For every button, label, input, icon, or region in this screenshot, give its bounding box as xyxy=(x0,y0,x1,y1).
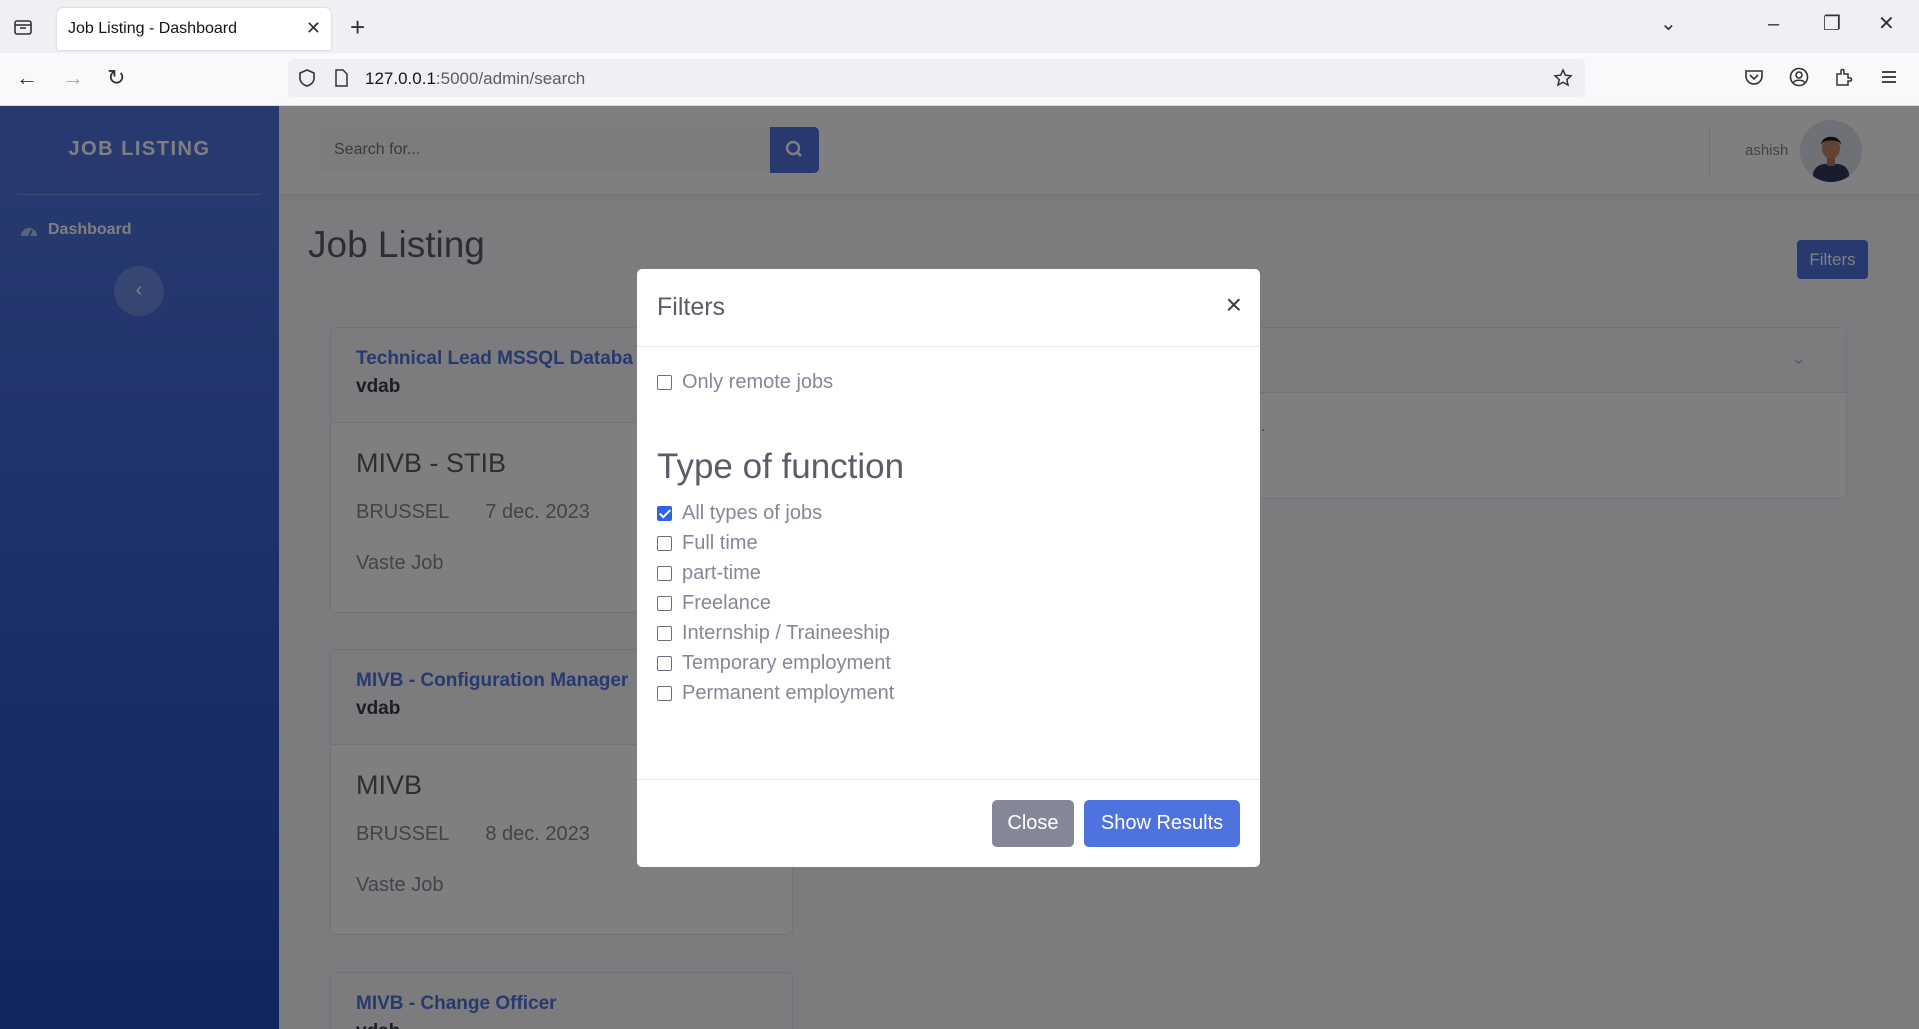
job-type-checkbox[interactable] xyxy=(657,506,672,521)
job-type-label: Temporary employment xyxy=(682,652,891,674)
back-icon[interactable]: ← xyxy=(16,67,38,89)
remote-jobs-option[interactable]: Only remote jobs xyxy=(657,371,833,394)
forward-icon[interactable]: → xyxy=(62,67,84,89)
job-type-checkbox[interactable] xyxy=(657,626,672,641)
browser-navbar: ← → ↻ 127.0.0.1:5000/admin/search xyxy=(0,53,1919,106)
job-type-label: All types of jobs xyxy=(682,502,823,524)
page-icon xyxy=(335,69,348,87)
tab-title: Job Listing - Dashboard xyxy=(68,20,237,37)
job-type-option-parttime[interactable]: part-time xyxy=(657,562,761,585)
close-icon[interactable]: × xyxy=(1226,291,1242,319)
remote-jobs-label: Only remote jobs xyxy=(682,371,834,393)
url-bar[interactable]: 127.0.0.1:5000/admin/search xyxy=(288,59,1585,97)
restore-icon[interactable]: ❐ xyxy=(1823,14,1841,34)
job-type-checkbox[interactable] xyxy=(657,536,672,551)
reload-icon[interactable]: ↻ xyxy=(107,67,125,89)
job-type-checkbox[interactable] xyxy=(657,596,672,611)
job-type-checkbox[interactable] xyxy=(657,656,672,671)
remote-jobs-checkbox[interactable] xyxy=(657,375,672,390)
close-button[interactable]: Close xyxy=(992,800,1074,847)
job-type-option-permanent[interactable]: Permanent employment xyxy=(657,682,894,705)
url-text[interactable]: 127.0.0.1:5000/admin/search xyxy=(365,69,585,89)
tab-overflow-icon[interactable]: ⌄ xyxy=(1660,14,1677,34)
job-type-option-fulltime[interactable]: Full time xyxy=(657,532,758,555)
job-type-label: Permanent employment xyxy=(682,682,895,704)
job-type-label: Freelance xyxy=(682,592,771,614)
job-type-label: Internship / Traineeship xyxy=(682,622,890,644)
type-of-function-heading: Type of function xyxy=(657,447,905,486)
job-type-option-internship[interactable]: Internship / Traineeship xyxy=(657,622,890,645)
url-path: :5000/admin/search xyxy=(435,69,586,88)
job-type-checkbox[interactable] xyxy=(657,566,672,581)
job-type-option-temporary[interactable]: Temporary employment xyxy=(657,652,891,675)
minimize-icon[interactable]: – xyxy=(1768,14,1779,34)
bookmark-star-icon[interactable] xyxy=(1553,68,1573,88)
menu-icon[interactable] xyxy=(1878,66,1900,88)
shield-icon[interactable] xyxy=(297,68,317,88)
pocket-icon[interactable] xyxy=(1743,66,1765,88)
job-type-label: Full time xyxy=(682,532,758,554)
tab-list-icon[interactable] xyxy=(12,16,34,38)
account-icon[interactable] xyxy=(1788,66,1810,88)
close-tab-icon[interactable]: ✕ xyxy=(306,19,321,37)
modal-footer: Close Show Results xyxy=(637,779,1260,867)
show-results-button[interactable]: Show Results xyxy=(1084,800,1240,847)
job-type-option-freelance[interactable]: Freelance xyxy=(657,592,771,615)
job-type-label: part-time xyxy=(682,562,761,584)
job-type-checkbox[interactable] xyxy=(657,686,672,701)
filters-modal: Filters × Only remote jobs Type of funct… xyxy=(637,269,1260,867)
job-type-option-all[interactable]: All types of jobs xyxy=(657,502,822,525)
window-close-icon[interactable]: ✕ xyxy=(1878,14,1895,34)
new-tab-icon[interactable]: + xyxy=(350,14,365,40)
browser-tab[interactable]: Job Listing - Dashboard ✕ xyxy=(57,8,331,50)
modal-title: Filters xyxy=(657,293,726,321)
modal-header: Filters × xyxy=(637,269,1260,347)
url-host: 127.0.0.1 xyxy=(365,69,436,88)
browser-tabbar: Job Listing - Dashboard ✕ + ⌄ – ❐ ✕ xyxy=(0,0,1919,53)
extensions-icon[interactable] xyxy=(1833,66,1855,88)
